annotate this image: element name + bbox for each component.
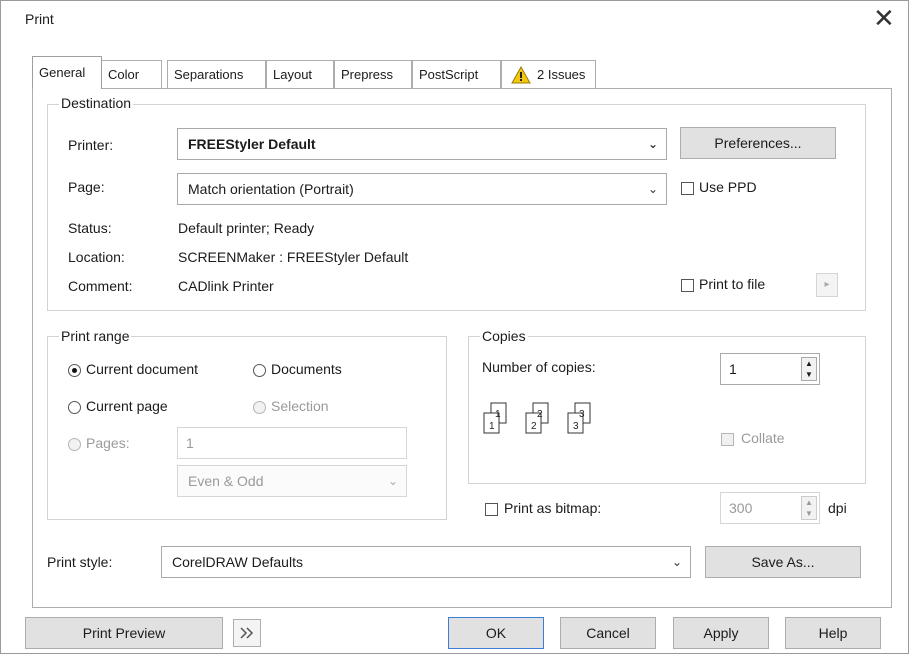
comment-label: Comment: (68, 278, 133, 294)
selection-label: Selection (271, 398, 329, 414)
chevron-down-icon: ⌄ (387, 474, 398, 488)
copies-legend: Copies (480, 328, 528, 344)
print-style-select[interactable]: CorelDRAW Defaults ⌄ (161, 546, 691, 578)
collate-checkbox[interactable] (721, 433, 734, 446)
even-odd-select[interactable]: Even & Odd ⌄ (177, 465, 407, 497)
tab-label: Color (108, 67, 140, 82)
tab-issues[interactable]: 2 Issues (501, 60, 596, 88)
current-document-label: Current document (86, 361, 199, 377)
selection-radio[interactable] (253, 401, 266, 414)
tab-layout[interactable]: Layout (266, 60, 334, 88)
collate-label: Collate (741, 430, 785, 446)
page-value: Match orientation (Portrait) (188, 181, 354, 197)
number-of-copies-label: Number of copies: (482, 359, 596, 375)
print-preview-button[interactable]: Print Preview (25, 617, 223, 649)
cancel-button[interactable]: Cancel (560, 617, 656, 649)
use-ppd-label: Use PPD (699, 179, 757, 195)
tab-label: Separations (174, 67, 244, 82)
documents-label: Documents (271, 361, 342, 377)
stack-page-number: 1 (489, 421, 495, 432)
close-icon[interactable]: ✕ (873, 5, 895, 31)
print-dialog: Print ✕ General Color Separations Layout… (0, 0, 909, 654)
stack-page-number: 1 (495, 409, 501, 420)
print-as-bitmap-checkbox[interactable] (485, 503, 498, 516)
print-as-bitmap-label: Print as bitmap: (504, 500, 602, 516)
location-label: Location: (68, 249, 125, 265)
ok-button[interactable]: OK (448, 617, 544, 649)
print-range-legend: Print range (59, 328, 132, 344)
printer-select[interactable]: FREEStyler Default ⌄ (177, 128, 667, 160)
pages-radio[interactable] (68, 438, 81, 451)
warning-icon (511, 66, 531, 84)
number-of-copies-spinner[interactable]: 1 ▲ ▼ (720, 353, 820, 385)
print-style-label: Print style: (47, 554, 113, 570)
documents-radio[interactable] (253, 364, 266, 377)
pages-label: Pages: (86, 435, 130, 451)
location-value: SCREENMaker : FREEStyler Default (178, 249, 409, 265)
print-style-value: CorelDRAW Defaults (172, 554, 303, 570)
page-label: Page: (68, 179, 105, 195)
tab-label: PostScript (419, 67, 479, 82)
tab-label: General (39, 65, 86, 80)
printer-value: FREEStyler Default (188, 136, 316, 152)
stack-page-number: 3 (573, 421, 579, 432)
stack-page-number: 2 (537, 409, 543, 420)
tab-label: Layout (273, 67, 313, 82)
number-of-copies-value: 1 (729, 361, 737, 377)
use-ppd-checkbox[interactable] (681, 182, 694, 195)
current-document-radio[interactable] (68, 364, 81, 377)
status-value: Default printer; Ready (178, 220, 315, 236)
printer-label: Printer: (68, 137, 114, 153)
print-to-file-label: Print to file (699, 276, 766, 292)
tab-postscript[interactable]: PostScript (412, 60, 501, 88)
print-to-file-checkbox[interactable] (681, 279, 694, 292)
destination-legend: Destination (59, 95, 134, 111)
current-page-label: Current page (86, 398, 168, 414)
even-odd-value: Even & Odd (188, 473, 264, 489)
collate-pages-icon: 1 1 2 2 3 3 (483, 402, 591, 434)
tab-label: 2 Issues (537, 67, 586, 82)
stack-page-number: 3 (579, 409, 585, 420)
tab-label: Prepress (341, 67, 394, 82)
save-as-button[interactable]: Save As... (705, 546, 861, 578)
double-arrow-icon (240, 627, 254, 639)
tab-prepress[interactable]: Prepress (334, 60, 412, 88)
spinner-arrows-icon[interactable]: ▲ ▼ (801, 357, 817, 381)
chevron-down-icon: ⌄ (647, 137, 658, 151)
spinner-arrows-icon[interactable]: ▲ ▼ (801, 496, 817, 520)
current-page-radio[interactable] (68, 401, 81, 414)
help-button[interactable]: Help (785, 617, 881, 649)
preferences-button[interactable]: Preferences... (680, 127, 836, 159)
page-select[interactable]: Match orientation (Portrait) ⌄ (177, 173, 667, 205)
expand-preview-button[interactable] (233, 619, 261, 647)
print-to-file-options-button[interactable]: ▸ (816, 273, 838, 297)
tab-color[interactable]: Color (101, 60, 162, 88)
stack-page-number: 2 (531, 421, 537, 432)
tab-general[interactable]: General (32, 56, 102, 89)
pages-input[interactable]: 1 (177, 427, 407, 459)
dpi-unit-label: dpi (828, 500, 847, 516)
dpi-value: 300 (729, 500, 753, 516)
chevron-down-icon: ⌄ (647, 182, 658, 196)
chevron-down-icon: ⌄ (671, 555, 682, 569)
comment-value: CADlink Printer (178, 278, 274, 294)
window-title: Print (25, 11, 54, 27)
tab-separations[interactable]: Separations (167, 60, 266, 88)
dpi-spinner[interactable]: 300 ▲ ▼ (720, 492, 820, 524)
status-label: Status: (68, 220, 112, 236)
apply-button[interactable]: Apply (673, 617, 769, 649)
